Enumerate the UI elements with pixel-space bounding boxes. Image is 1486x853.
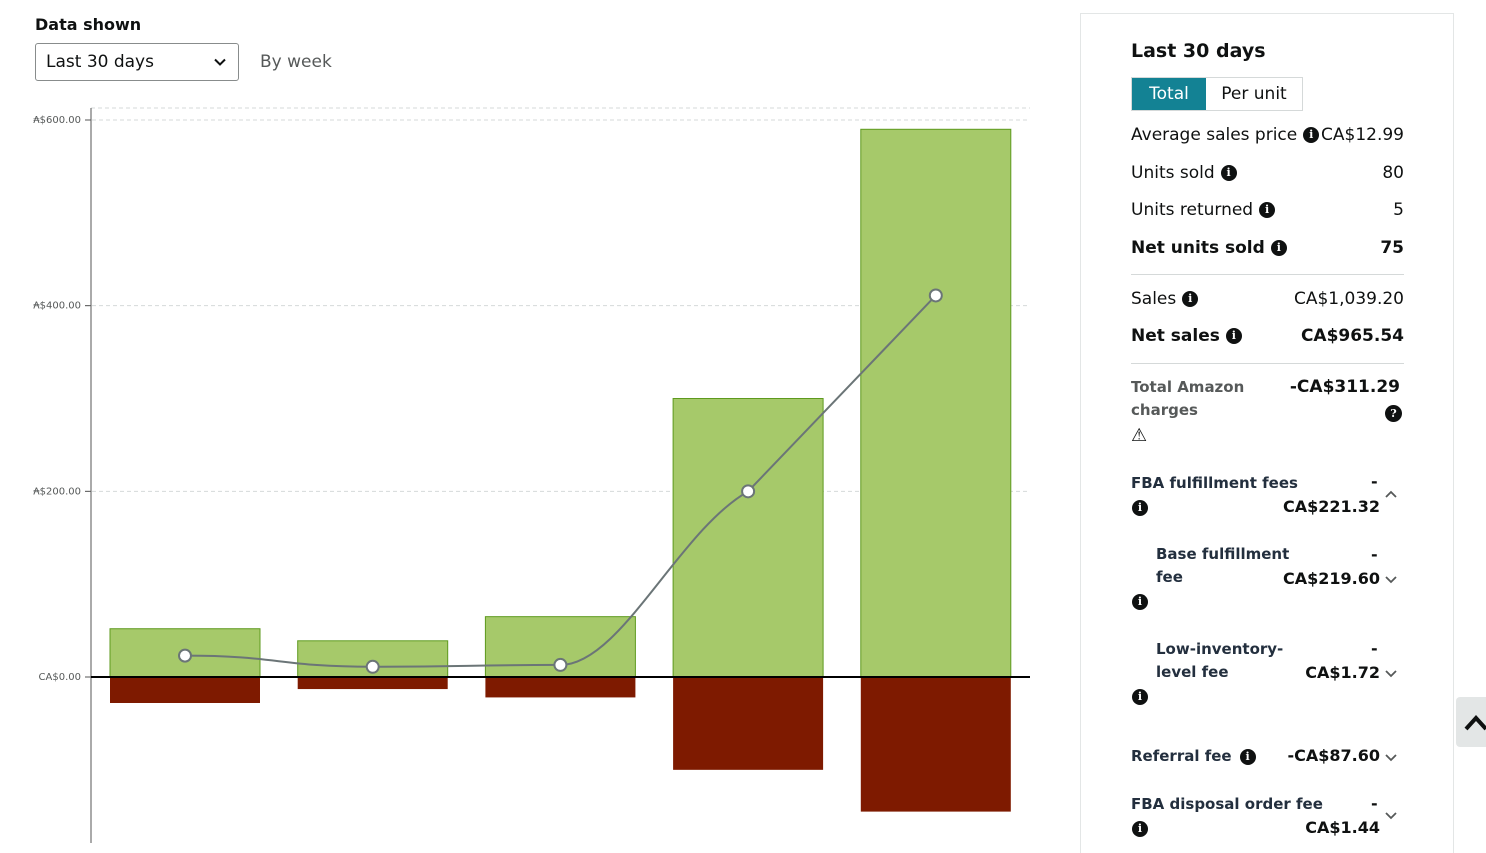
disposal-fee-value: CA$1.44 xyxy=(1305,818,1380,837)
units-sold-row: Units sold i 80 xyxy=(1131,163,1404,183)
line-point xyxy=(553,657,568,672)
units-returned-label: Units returned xyxy=(1131,200,1254,220)
low-dash: - xyxy=(1371,639,1378,658)
info-icon[interactable]: i xyxy=(1270,240,1287,256)
y-tick-label: ₳$200.00 xyxy=(33,486,81,497)
low-inventory-fee-value: CA$1.72 xyxy=(1305,663,1380,682)
fba-fees-value: CA$221.32 xyxy=(1283,497,1380,516)
avg-price-label: Average sales price xyxy=(1131,125,1298,145)
base-dash: - xyxy=(1371,545,1378,564)
period-select[interactable]: Last 30 days xyxy=(35,43,239,81)
total-charges-label-line2: charges xyxy=(1131,401,1198,419)
bar-negative xyxy=(485,677,636,698)
disposal-fee-label: FBA disposal order fee xyxy=(1131,793,1323,816)
fba-dash: - xyxy=(1371,472,1378,491)
fba-fees-label: FBA fulfillment fees xyxy=(1131,472,1298,495)
info-icon[interactable]: i xyxy=(1259,202,1276,218)
net-sales-row: Net sales i CA$965.54 xyxy=(1131,326,1404,346)
divider xyxy=(1131,274,1404,275)
net-units-label: Net units sold xyxy=(1131,238,1265,258)
info-icon[interactable]: i xyxy=(1239,748,1256,765)
disposal-fee-label-text: FBA disposal order fee xyxy=(1131,795,1323,813)
info-icon[interactable]: i xyxy=(1182,291,1199,307)
fba-fees-label-text: FBA fulfillment fees xyxy=(1131,474,1298,492)
low-inventory-label-line1: Low-inventory- xyxy=(1156,640,1284,658)
net-sales-label: Net sales xyxy=(1131,326,1220,346)
info-icon[interactable]: i xyxy=(1220,165,1237,181)
info-icon[interactable]: i xyxy=(1132,689,1148,705)
total-charges-value: -CA$311.29 xyxy=(1289,377,1400,397)
toggle-total[interactable]: Total xyxy=(1132,78,1206,110)
referral-fee-value: -CA$87.60 xyxy=(1287,746,1380,765)
info-icon[interactable]: i xyxy=(1303,127,1320,143)
bar-positive xyxy=(860,128,1012,678)
data-shown-label: Data shown xyxy=(35,15,142,34)
chevron-down-icon[interactable] xyxy=(1384,750,1398,764)
disposal-dash: - xyxy=(1371,794,1378,813)
base-fee-label-line1: Base fulfillment xyxy=(1156,545,1290,563)
total-per-unit-toggle: Total Per unit xyxy=(1131,77,1303,111)
y-tick-label: ₳$600.00 xyxy=(33,115,81,126)
net-units-row: Net units sold i 75 xyxy=(1131,238,1404,258)
chart-svg: CA$0.00 ₳$200.00 ₳$400.00 ₳$600.00 xyxy=(33,107,1030,843)
referral-fee-label-text: Referral fee xyxy=(1131,747,1232,765)
sales-value: CA$1,039.20 xyxy=(1293,289,1404,309)
bar-negative xyxy=(110,677,260,703)
low-inventory-fee-label: Low-inventory- level fee xyxy=(1156,638,1283,684)
bar-negative xyxy=(860,677,1011,812)
line-point xyxy=(741,484,756,499)
referral-fee-label: Referral fee i xyxy=(1131,745,1256,768)
info-icon[interactable]: i xyxy=(1132,594,1148,610)
total-charges-label-line1: Total Amazon xyxy=(1131,378,1245,396)
avg-sales-price-row: Average sales price i CA$12.99 xyxy=(1131,125,1404,145)
units-sold-value: 80 xyxy=(1382,163,1404,183)
info-icon[interactable]: i xyxy=(1132,500,1148,516)
line-point xyxy=(365,659,380,674)
back-to-top-button[interactable] xyxy=(1456,697,1486,747)
y-tick-label: CA$0.00 xyxy=(39,672,81,683)
y-tick-label: ₳$400.00 xyxy=(33,301,81,312)
info-icon[interactable]: i xyxy=(1225,328,1242,344)
warning-icon: ⚠ xyxy=(1131,425,1148,446)
toggle-per-unit[interactable]: Per unit xyxy=(1206,78,1302,110)
net-units-value: 75 xyxy=(1380,238,1404,258)
help-icon[interactable]: ? xyxy=(1385,405,1402,422)
low-inventory-label-line2: level fee xyxy=(1156,663,1229,681)
base-fee-value: CA$219.60 xyxy=(1283,569,1380,588)
summary-title: Last 30 days xyxy=(1131,40,1266,62)
bar-negative xyxy=(673,677,824,770)
sales-chart: CA$0.00 ₳$200.00 ₳$400.00 ₳$600.00 xyxy=(0,100,1040,843)
net-sales-value: CA$965.54 xyxy=(1300,326,1404,346)
info-icon[interactable]: i xyxy=(1132,821,1148,837)
units-returned-value: 5 xyxy=(1393,200,1404,220)
sales-row: Sales i CA$1,039.20 xyxy=(1131,289,1404,309)
chevron-down-icon xyxy=(214,58,226,66)
chevron-down-icon[interactable] xyxy=(1384,572,1398,586)
chevron-up-icon xyxy=(1464,715,1486,731)
divider xyxy=(1131,363,1404,364)
units-returned-row: Units returned i 5 xyxy=(1131,200,1404,220)
line-point xyxy=(178,648,192,663)
bar-negative xyxy=(297,677,448,690)
granularity-label: By week xyxy=(260,52,332,72)
line-point xyxy=(928,288,943,303)
total-charges-label: Total Amazon charges xyxy=(1131,376,1244,422)
chevron-down-icon[interactable] xyxy=(1384,808,1398,822)
avg-price-value: CA$12.99 xyxy=(1321,125,1404,145)
chevron-up-icon[interactable] xyxy=(1384,487,1398,501)
period-select-value: Last 30 days xyxy=(46,52,154,72)
sales-label: Sales xyxy=(1131,289,1177,309)
units-sold-label: Units sold xyxy=(1131,163,1215,183)
chevron-down-icon[interactable] xyxy=(1384,666,1398,680)
